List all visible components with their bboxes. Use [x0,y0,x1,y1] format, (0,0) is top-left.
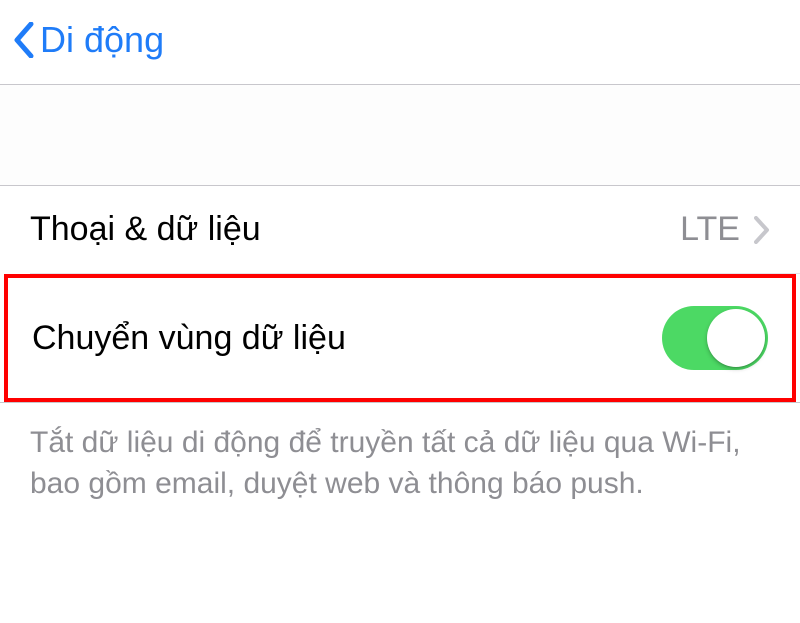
row-label: Chuyển vùng dữ liệu [32,319,346,358]
row-voice-data[interactable]: Thoại & dữ liệu LTE [0,186,800,273]
back-chevron-icon[interactable] [10,18,38,62]
row-value-wrap: LTE [680,210,770,249]
nav-header: Di động [0,0,800,84]
data-roaming-toggle[interactable] [662,306,768,370]
footer-description: Tắt dữ liệu di động để truyền tất cả dữ … [0,403,800,514]
section-gap [0,85,800,185]
row-data-roaming: Chuyển vùng dữ liệu [8,278,792,398]
back-button-label[interactable]: Di động [40,19,164,61]
highlight-box: Chuyển vùng dữ liệu [4,274,796,402]
chevron-right-icon [754,216,770,244]
toggle-knob [707,309,765,367]
row-label: Thoại & dữ liệu [30,210,261,249]
row-value: LTE [680,210,740,249]
